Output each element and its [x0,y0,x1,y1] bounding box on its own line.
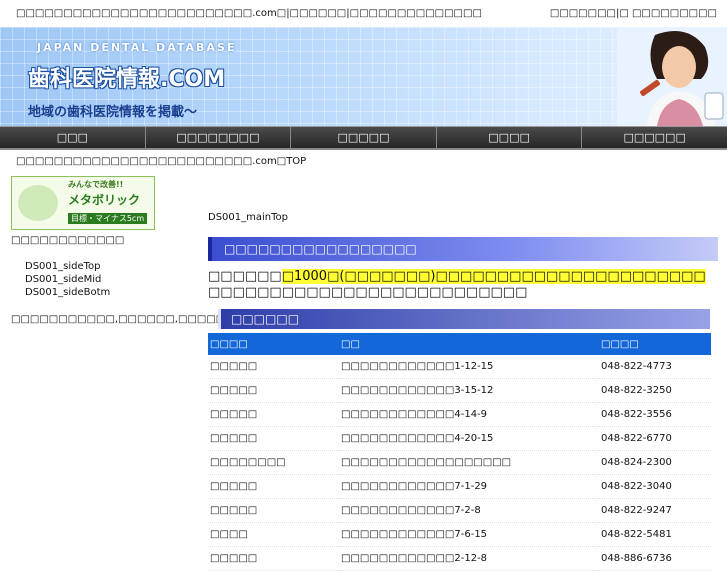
clinic-name-cell[interactable]: □□□□□□□□ [208,450,339,475]
table-row[interactable]: □□□□□ □□□□□□□□□□□□7-2-8 048-822-9247 [208,498,711,523]
intro-post: □□□□□□□□□□□□□□□□□□□□□□□□□□ [208,285,528,300]
nav-item-5[interactable]: □□□□□□ [582,127,727,148]
sidebar-heading: □□□□□□□□□□□□ [11,235,125,246]
clinic-name-cell[interactable]: □□□□□ [208,402,339,427]
site-description: □□□□□□□□□□□□□□□□□□□□□□□□□.com□|□□□□□□|□□… [16,8,482,19]
sidebar-item: DS001_sideTop [25,261,101,272]
clinic-name-cell[interactable]: □□□□□ [208,498,339,523]
table-row[interactable]: □□□□□ □□□□□□□□□□□□4-20-15 048-822-6770 [208,426,711,451]
intro-text: □□□□□□□1000□(□□□□□□□)□□□□□□□□□□□□□□□□□□□… [208,269,718,301]
col-address-header: □□ [339,333,599,355]
clinic-table: □□□□ □□ □□□□ □□□□□ □□□□□□□□□□□□1-12-15 048… [208,333,711,571]
top-links[interactable]: □□□□□□□|□ □□□□□□□□□ [550,8,717,19]
clinic-phone-cell: 048-822-4773 [599,355,711,379]
clinic-phone-cell: 048-822-3556 [599,402,711,427]
clinic-name-cell[interactable]: □□□□□ [208,474,339,499]
col-phone-header: □□□□ [599,333,711,355]
main-content: DS001_mainTop □□□□□□□□□□□□□□□□□ □□□□□□□1… [208,212,718,571]
nav-item-home[interactable]: □□□ [0,127,146,148]
table-row[interactable]: □□□□□ □□□□□□□□□□□□2-12-8 048-886-6736 [208,546,711,571]
breadcrumb: □□□□□□□□□□□□□□□□□□□□□□□□□.com□TOP [16,156,307,167]
metabolic-banner[interactable]: みんなで改善!! メタボリック 目標・マイナス5cm [11,176,155,230]
sidebar-list: DS001_sideTop DS001_sideMid DS001_sideBo… [25,260,201,299]
top-link[interactable]: □□□□□□□|□ □□□□□□□□□ [550,8,717,19]
clinic-address-cell: □□□□□□□□□□□□1-12-15 [339,355,599,379]
banner-subtitle: JAPAN DENTAL DATABASE [37,41,237,54]
intro-highlight: □1000□(□□□□□□□)□□□□□□□□□□□□□□□□□□□□□□ [281,269,706,284]
banner-line-3: 目標・マイナス5cm [68,213,148,224]
clinic-address-cell: □□□□□□□□□□□□4-20-15 [339,426,599,451]
mascot-icon [18,185,58,221]
main-navigation: □□□ □□□□□□□□ □□□□□ □□□□ □□□□□□ [0,126,727,150]
clinic-address-cell: □□□□□□□□□□□□2-12-8 [339,546,599,571]
table-row[interactable]: □□□□□ □□□□□□□□□□□□7-1-29 048-822-3040 [208,474,711,499]
clinic-address-cell: □□□□□□□□□□□□□□□□□□ [339,450,599,475]
clinic-phone-cell: 048-822-3040 [599,474,711,499]
clinic-phone-cell: 048-822-5481 [599,522,711,547]
table-row[interactable]: □□□□ □□□□□□□□□□□□7-6-15 048-822-5481 [208,522,711,547]
table-row[interactable]: □□□□□ □□□□□□□□□□□□1-12-15 048-822-4773 [208,355,711,379]
table-row[interactable]: □□□□□ □□□□□□□□□□□□3-15-12 048-822-3250 [208,378,711,403]
nav-item-2[interactable]: □□□□□□□□ [145,127,292,148]
clinic-address-cell: □□□□□□□□□□□□3-15-12 [339,378,599,403]
table-header-row: □□□□ □□ □□□□ [208,333,711,355]
banner-title: 歯科医院情報.COM [28,67,226,92]
main-top-placeholder: DS001_mainTop [208,212,288,223]
sidebar-note: □□□□□□□□□□□,□□□□□□,□□□□□□□□□□□□□□□□□□□□□… [11,313,439,327]
table-row[interactable]: □□□□□ □□□□□□□□□□□□4-14-9 048-822-3556 [208,402,711,427]
clinic-phone-cell: 048-822-6770 [599,426,711,451]
sidebar: みんなで改善!! メタボリック 目標・マイナス5cm □□□□□□□□□□□□ … [11,176,439,327]
section-heading: □□□□□□□□□□□□□□□□□ [208,237,718,261]
header-banner[interactable]: JAPAN DENTAL DATABASE 歯科医院情報.COM 地域の歯科医院… [0,27,727,126]
banner-line-2: メタボリック [68,193,141,207]
clinic-address-cell: □□□□□□□□□□□□7-6-15 [339,522,599,547]
clinic-address-cell: □□□□□□□□□□□□7-2-8 [339,498,599,523]
nav-item-4[interactable]: □□□□ [436,127,583,148]
clinic-phone-cell: 048-822-3250 [599,378,711,403]
clinic-name-cell[interactable]: □□□□ [208,522,339,547]
clinic-phone-cell: 048-822-9247 [599,498,711,523]
table-row[interactable]: □□□□□□□□ □□□□□□□□□□□□□□□□□□ 048-824-2300 [208,450,711,475]
top-bar: □□□□□□□□□□□□□□□□□□□□□□□□□.com□|□□□□□□|□□… [0,0,727,27]
list-heading: □□□□□□ [218,309,710,329]
woman-toothbrush-image [617,27,727,126]
clinic-name-cell[interactable]: □□□□□ [208,426,339,451]
clinic-name-cell[interactable]: □□□□□ [208,355,339,379]
banner-line-1: みんなで改善!! [68,180,124,189]
intro-pre: □□□□□□ [208,269,282,284]
banner-tagline: 地域の歯科医院情報を掲載〜 [28,105,198,120]
sidebar-item: DS001_sideBotm [25,287,111,298]
clinic-name-cell[interactable]: □□□□□ [208,546,339,571]
clinic-name-cell[interactable]: □□□□□ [208,378,339,403]
clinic-phone-cell: 048-886-6736 [599,546,711,571]
clinic-phone-cell: 048-824-2300 [599,450,711,475]
clinic-address-cell: □□□□□□□□□□□□7-1-29 [339,474,599,499]
nav-item-3[interactable]: □□□□□ [291,127,437,148]
clinic-address-cell: □□□□□□□□□□□□4-14-9 [339,402,599,427]
sidebar-item: DS001_sideMid [25,274,102,285]
col-name-header: □□□□ [208,333,339,355]
